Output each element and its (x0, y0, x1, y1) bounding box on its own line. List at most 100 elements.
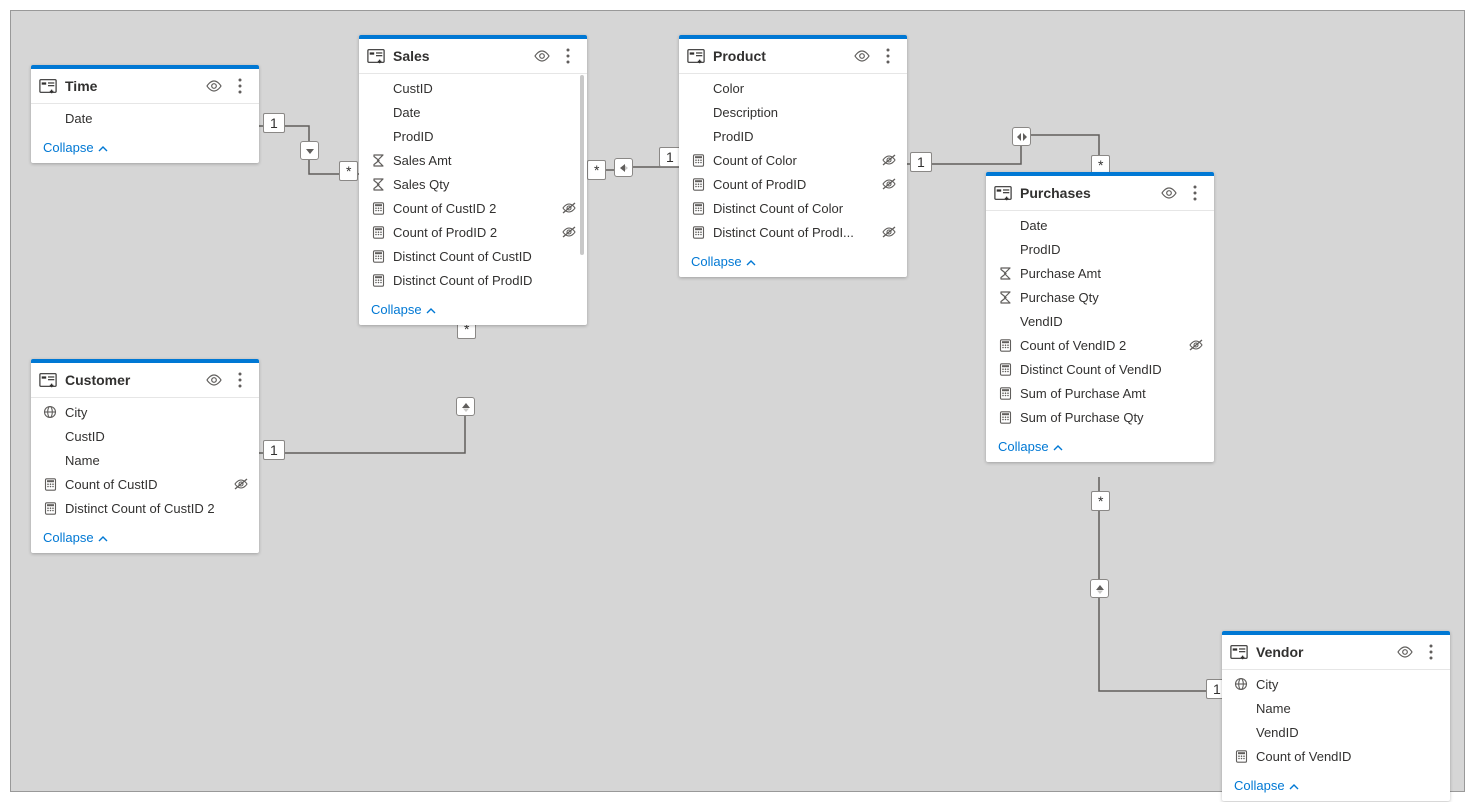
field-hidden-icon[interactable] (1188, 338, 1204, 352)
field-row[interactable]: CustID (31, 424, 259, 448)
more-options-icon[interactable] (1422, 643, 1440, 661)
filter-direction-handle[interactable] (614, 158, 633, 177)
visibility-icon[interactable] (1160, 184, 1178, 202)
field-label: Distinct Count of CustID (393, 249, 577, 264)
field-type-icon (691, 178, 705, 191)
field-row[interactable]: Sales Qty (359, 172, 587, 196)
table-card-product[interactable]: Product ColorDescriptionProdIDCount of C… (679, 35, 907, 277)
visibility-icon[interactable] (205, 77, 223, 95)
visibility-icon[interactable] (205, 371, 223, 389)
field-row[interactable]: Distinct Count of ProdI... (679, 220, 907, 244)
chevron-up-icon (1289, 783, 1299, 791)
field-row[interactable]: Name (31, 448, 259, 472)
field-row[interactable]: ProdID (359, 124, 587, 148)
filter-direction-both-handle[interactable] (1012, 127, 1031, 146)
field-row[interactable]: Distinct Count of VendID (986, 357, 1214, 381)
more-options-icon[interactable] (559, 47, 577, 65)
field-row[interactable]: Name (1222, 696, 1450, 720)
visibility-icon[interactable] (533, 47, 551, 65)
collapse-link[interactable]: Collapse (31, 522, 259, 553)
field-label: Count of CustID (65, 477, 225, 492)
field-row[interactable]: Description (679, 100, 907, 124)
visibility-icon[interactable] (1396, 643, 1414, 661)
field-label: Date (65, 111, 249, 126)
field-row[interactable]: Date (31, 106, 259, 130)
scrollbar[interactable] (580, 75, 584, 255)
field-row[interactable]: City (1222, 672, 1450, 696)
field-row[interactable]: Count of ProdID 2 (359, 220, 587, 244)
field-row[interactable]: VendID (986, 309, 1214, 333)
filter-direction-handle[interactable] (456, 397, 475, 416)
field-label: Sum of Purchase Amt (1020, 386, 1204, 401)
field-type-icon (1234, 677, 1248, 691)
field-row[interactable]: Purchase Qty (986, 285, 1214, 309)
more-options-icon[interactable] (231, 371, 249, 389)
field-row[interactable]: ProdID (986, 237, 1214, 261)
field-label: Count of ProdID 2 (393, 225, 553, 240)
field-hidden-icon[interactable] (881, 177, 897, 191)
field-hidden-icon[interactable] (233, 477, 249, 491)
field-list: CityNameVendIDCount of VendID (1222, 670, 1450, 770)
collapse-link[interactable]: Collapse (679, 246, 907, 277)
field-row[interactable]: Sales Amt (359, 148, 587, 172)
more-options-icon[interactable] (231, 77, 249, 95)
field-list: Date (31, 104, 259, 132)
collapse-link[interactable]: Collapse (359, 294, 587, 325)
field-label: ProdID (1020, 242, 1204, 257)
cardinality-many: * (1091, 491, 1110, 511)
table-card-customer[interactable]: Customer CityCustIDNameCount of CustIDDi… (31, 359, 259, 553)
collapse-link[interactable]: Collapse (986, 431, 1214, 462)
field-row[interactable]: Count of CustID (31, 472, 259, 496)
field-hidden-icon[interactable] (881, 153, 897, 167)
field-label: Distinct Count of VendID (1020, 362, 1204, 377)
field-row[interactable]: Count of CustID 2 (359, 196, 587, 220)
field-row[interactable]: Count of ProdID (679, 172, 907, 196)
field-row[interactable]: Sum of Purchase Amt (986, 381, 1214, 405)
field-row[interactable]: Purchase Amt (986, 261, 1214, 285)
chevron-up-icon (98, 145, 108, 153)
collapse-text: Collapse (998, 439, 1049, 454)
field-row[interactable]: Distinct Count of ProdID (359, 268, 587, 292)
more-options-icon[interactable] (1186, 184, 1204, 202)
table-card-vendor[interactable]: Vendor CityNameVendIDCount of VendID Col… (1222, 631, 1450, 801)
field-row[interactable]: City (31, 400, 259, 424)
field-row[interactable]: Date (359, 100, 587, 124)
diagram-canvas[interactable]: 1 * 1 * * 1 1 * * 1 Time (10, 10, 1465, 792)
field-hidden-icon[interactable] (881, 225, 897, 239)
field-hidden-icon[interactable] (561, 201, 577, 215)
field-label: CustID (65, 429, 249, 444)
field-row[interactable]: VendID (1222, 720, 1450, 744)
table-card-purchases[interactable]: Purchases DateProdIDPurchase AmtPurchase… (986, 172, 1214, 462)
field-type-icon (43, 502, 57, 515)
field-type-icon (371, 250, 385, 263)
filter-direction-handle[interactable] (1090, 579, 1109, 598)
table-header: Sales (359, 39, 587, 74)
field-type-icon (1234, 750, 1248, 763)
field-type-icon (998, 291, 1012, 304)
field-row[interactable]: Distinct Count of CustID 2 (31, 496, 259, 520)
field-type-icon (371, 154, 385, 167)
more-options-icon[interactable] (879, 47, 897, 65)
field-type-icon (43, 405, 57, 419)
table-icon (994, 184, 1012, 202)
field-row[interactable]: Distinct Count of CustID (359, 244, 587, 268)
field-row[interactable]: Count of VendID 2 (986, 333, 1214, 357)
field-label: Count of CustID 2 (393, 201, 553, 216)
field-row[interactable]: Distinct Count of Color (679, 196, 907, 220)
field-row[interactable]: Date (986, 213, 1214, 237)
visibility-icon[interactable] (853, 47, 871, 65)
field-row[interactable]: Count of VendID (1222, 744, 1450, 768)
collapse-link[interactable]: Collapse (1222, 770, 1450, 801)
filter-direction-handle[interactable] (300, 141, 319, 160)
field-row[interactable]: Count of Color (679, 148, 907, 172)
field-row[interactable]: Sum of Purchase Qty (986, 405, 1214, 429)
collapse-link[interactable]: Collapse (31, 132, 259, 163)
table-card-time[interactable]: Time Date Collapse (31, 65, 259, 163)
table-card-sales[interactable]: Sales CustIDDateProdIDSales AmtSales Qty… (359, 35, 587, 325)
cardinality-many: * (587, 160, 606, 180)
field-row[interactable]: ProdID (679, 124, 907, 148)
field-row[interactable]: Color (679, 76, 907, 100)
field-hidden-icon[interactable] (561, 225, 577, 239)
field-type-icon (998, 363, 1012, 376)
field-row[interactable]: CustID (359, 76, 587, 100)
